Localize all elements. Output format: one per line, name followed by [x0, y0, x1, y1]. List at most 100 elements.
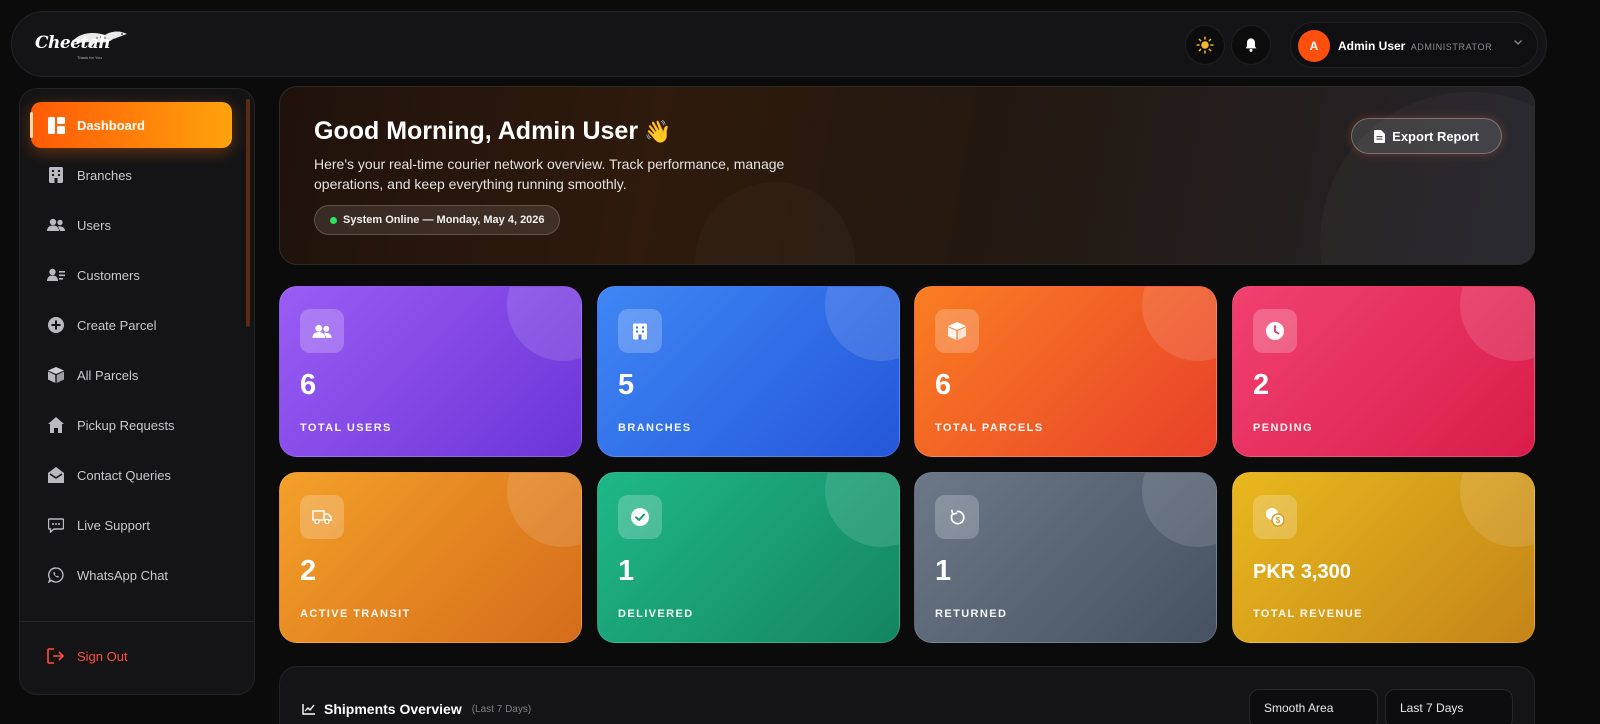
stat-label: TOTAL PARCELS [935, 422, 1044, 434]
greeting-text: Good Morning, Admin User [314, 117, 639, 145]
sidebar-item-label: Users [77, 217, 111, 233]
stat-card-branches[interactable]: 5 BRANCHES [597, 286, 900, 457]
stat-card-returned[interactable]: 1 RETURNED [914, 472, 1217, 643]
sidebar-item-pickup-requests[interactable]: Pickup Requests [31, 402, 232, 448]
sidebar-item-branches[interactable]: Branches [31, 152, 232, 198]
stat-label: ACTIVE TRANSIT [300, 608, 411, 620]
users-icon [300, 309, 344, 353]
card-decoration [1460, 287, 1534, 361]
chart-type-select[interactable]: Smooth Area [1249, 689, 1378, 724]
user-role: ADMINISTRATOR [1410, 42, 1493, 52]
sidebar-nav: Dashboard Branches Users Customers Creat… [20, 89, 254, 617]
card-decoration [825, 473, 899, 547]
sidebar-scrollbar-thumb[interactable] [246, 99, 250, 327]
stat-card-total-revenue[interactable]: $ PKR 3,300 TOTAL REVENUE [1232, 472, 1535, 643]
sidebar-item-label: Pickup Requests [77, 417, 175, 433]
sidebar: Dashboard Branches Users Customers Creat… [19, 88, 255, 695]
stat-value: 5 [618, 369, 635, 401]
sidebar-item-live-support[interactable]: Live Support [31, 502, 232, 548]
status-text: System Online — Monday, May 4, 2026 [343, 214, 545, 226]
status-dot-icon [330, 216, 337, 224]
sidebar-item-label: Dashboard [77, 117, 145, 133]
welcome-banner: Good Morning, Admin User 👋 Here's your re… [279, 86, 1535, 265]
date-range-select[interactable]: Last 7 Days [1385, 689, 1513, 724]
card-decoration [1460, 473, 1534, 547]
stat-value: 1 [618, 555, 635, 587]
export-label: Export Report [1392, 128, 1479, 144]
document-icon [1374, 129, 1386, 143]
page-title: Good Morning, Admin User 👋 [314, 117, 671, 146]
stat-label: TOTAL USERS [300, 422, 392, 434]
banner-decoration [695, 182, 855, 264]
clock-icon [1253, 309, 1297, 353]
user-name: Admin User [1338, 39, 1406, 53]
shipments-title: Shipments Overview (Last 7 Days) [302, 701, 531, 717]
stat-value: 2 [1253, 369, 1270, 401]
sidebar-item-dashboard[interactable]: Dashboard [30, 102, 232, 148]
notifications-button[interactable] [1231, 25, 1271, 65]
card-decoration [825, 287, 899, 361]
stat-card-total-users[interactable]: 6 TOTAL USERS [279, 286, 582, 457]
sidebar-item-create-parcel[interactable]: Create Parcel [31, 302, 232, 348]
svg-text:$: $ [1276, 516, 1281, 525]
mail-icon [47, 466, 65, 484]
stat-label: BRANCHES [618, 422, 692, 434]
card-decoration [507, 287, 581, 361]
box-icon [47, 366, 65, 384]
stat-label: PENDING [1253, 422, 1313, 434]
brand-name: Cheetah [35, 33, 111, 53]
user-menu[interactable]: A Admin User ADMINISTRATOR [1290, 22, 1538, 68]
dashboard-icon [47, 116, 65, 134]
sidebar-item-users[interactable]: Users [31, 202, 232, 248]
stat-value: 1 [935, 555, 952, 587]
sidebar-item-contact-queries[interactable]: Contact Queries [31, 452, 232, 498]
rotate-icon [935, 495, 979, 539]
shipments-title-text: Shipments Overview [324, 701, 462, 717]
export-report-button[interactable]: Export Report [1351, 118, 1502, 154]
sign-out-label: Sign Out [77, 648, 128, 664]
sun-icon [1196, 36, 1214, 54]
box-icon [935, 309, 979, 353]
chevron-down-icon [1514, 40, 1522, 45]
sidebar-item-label: Live Support [77, 517, 150, 533]
top-bar: Cheetah Thank for You A Admin User ADMIN… [11, 11, 1547, 77]
bell-icon [1245, 38, 1257, 52]
sidebar-item-label: Customers [77, 267, 140, 283]
sidebar-item-all-parcels[interactable]: All Parcels [31, 352, 232, 398]
whatsapp-icon [47, 566, 65, 584]
customers-icon [47, 266, 65, 284]
stat-card-total-parcels[interactable]: 6 TOTAL PARCELS [914, 286, 1217, 457]
sidebar-item-label: WhatsApp Chat [77, 567, 169, 583]
sidebar-item-label: Contact Queries [77, 467, 171, 483]
stat-value: 6 [935, 369, 952, 401]
wave-icon: 👋 [644, 119, 672, 144]
stat-card-pending[interactable]: 2 PENDING [1232, 286, 1535, 457]
users-icon [47, 216, 65, 234]
stat-value: 6 [300, 369, 317, 401]
sidebar-item-whatsapp-chat[interactable]: WhatsApp Chat [31, 552, 232, 598]
banner-subtitle: Here's your real-time courier network ov… [314, 156, 785, 192]
sidebar-item-label: All Parcels [77, 367, 139, 383]
building-icon [47, 166, 65, 184]
stat-card-delivered[interactable]: 1 DELIVERED [597, 472, 900, 643]
building-icon [618, 309, 662, 353]
plus-circle-icon [47, 316, 65, 334]
stat-label: DELIVERED [618, 608, 694, 620]
stat-label: TOTAL REVENUE [1253, 608, 1363, 620]
check-circle-icon [618, 495, 662, 539]
sidebar-item-customers[interactable]: Customers [31, 252, 232, 298]
user-info: Admin User ADMINISTRATOR [1338, 39, 1492, 53]
brand-logo[interactable]: Cheetah Thank for You [35, 27, 127, 63]
logout-icon [47, 647, 65, 665]
shipments-overview-panel: Shipments Overview (Last 7 Days) Smooth … [279, 666, 1535, 724]
card-decoration [1142, 287, 1216, 361]
stat-value: PKR 3,300 [1253, 561, 1351, 583]
stat-card-active-transit[interactable]: 2 ACTIVE TRANSIT [279, 472, 582, 643]
divider [20, 621, 254, 622]
theme-toggle-button[interactable] [1185, 25, 1225, 65]
sidebar-item-label: Create Parcel [77, 317, 157, 333]
sign-out-button[interactable]: Sign Out [31, 633, 232, 679]
stat-value: 2 [300, 555, 317, 587]
home-icon [47, 416, 65, 434]
card-decoration [1142, 473, 1216, 547]
